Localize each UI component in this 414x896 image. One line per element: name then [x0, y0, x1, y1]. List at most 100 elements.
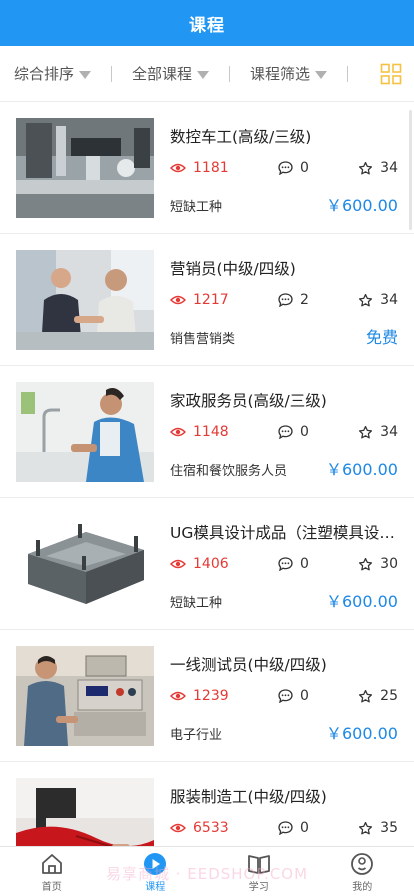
home-icon	[41, 854, 62, 874]
favorite-count[interactable]: 34	[358, 160, 398, 176]
view-count-value: 1406	[193, 556, 229, 572]
comment-count-value: 2	[300, 292, 309, 308]
eye-icon	[170, 823, 186, 833]
handshake-image	[16, 250, 154, 350]
course-card[interactable]: 一线测试员(中级/四级) 1239 0 25 电子行业 ￥600.00	[0, 630, 414, 762]
course-thumbnail	[16, 250, 154, 350]
comment-icon	[278, 293, 293, 307]
course-thumbnail	[16, 778, 154, 846]
view-count: 1239	[170, 688, 229, 704]
course-card[interactable]: 家政服务员(高级/三级) 1148 0 34 住宿和餐饮服务人员 ￥600.00	[0, 366, 414, 498]
course-category: 销售营销类	[170, 332, 236, 347]
course-title[interactable]: 服装制造工(中级/四级)	[170, 785, 398, 807]
course-title[interactable]: 家政服务员(高级/三级)	[170, 389, 398, 411]
course-thumbnail	[16, 646, 154, 746]
star-icon	[359, 689, 373, 702]
course-card[interactable]: 数控车工(高级/三级) 1181 0 34 短缺工种 ￥600.00	[0, 102, 414, 234]
course-category: 短缺工种	[170, 200, 223, 215]
bottom-nav: 首页 课程 学习 我的	[0, 846, 414, 896]
course-price: ￥600.00	[326, 724, 398, 743]
eye-icon	[170, 427, 186, 437]
grid-view-button[interactable]	[368, 63, 414, 85]
favorite-count[interactable]: 25	[358, 688, 398, 704]
star-icon	[359, 293, 373, 306]
sewing-machine-image	[16, 778, 154, 846]
nav-study[interactable]: 学习	[207, 847, 311, 896]
favorite-count-value: 25	[380, 688, 398, 704]
top-bar: 课程	[0, 0, 414, 46]
nav-mine[interactable]: 我的	[311, 847, 414, 896]
course-card[interactable]: 服装制造工(中级/四级) 6533 0 35	[0, 762, 414, 846]
nav-course[interactable]: 课程	[104, 847, 208, 896]
comment-count: 0	[278, 424, 309, 440]
course-filter-label: 课程筛选	[250, 65, 311, 83]
comment-count: 2	[278, 292, 309, 308]
comment-icon	[278, 161, 293, 175]
course-title[interactable]: 营销员(中级/四级)	[170, 257, 398, 279]
comment-icon	[278, 557, 293, 571]
course-price: 免费	[365, 328, 398, 347]
course-price: ￥600.00	[326, 592, 398, 611]
sort-filter[interactable]: 综合排序	[14, 63, 92, 84]
star-icon	[359, 425, 373, 438]
filter-bar: 综合排序 全部课程 课程筛选	[0, 46, 414, 102]
view-count-value: 1217	[193, 292, 229, 308]
grid-view-icon	[380, 63, 402, 84]
comment-count-value: 0	[300, 688, 309, 704]
comment-count: 0	[278, 556, 309, 572]
favorite-count-value: 34	[380, 292, 398, 308]
comment-count: 0	[278, 820, 309, 836]
category-filter[interactable]: 全部课程	[132, 63, 210, 84]
favorite-count[interactable]: 34	[358, 424, 398, 440]
comment-icon	[278, 425, 293, 439]
course-card[interactable]: 营销员(中级/四级) 1217 2 34 销售营销类 免费	[0, 234, 414, 366]
course-title[interactable]: UG模具设计成品（注塑模具设…	[170, 521, 398, 543]
eye-icon	[170, 559, 186, 569]
view-count: 1181	[170, 160, 229, 176]
nav-course-label: 课程	[145, 882, 166, 893]
divider	[111, 65, 113, 82]
course-thumbnail	[16, 382, 154, 482]
view-count: 6533	[170, 820, 229, 836]
course-thumbnail	[16, 514, 154, 614]
course-category: 短缺工种	[170, 596, 223, 611]
star-icon	[359, 161, 373, 174]
housekeeping-image	[16, 382, 154, 482]
course-price: ￥600.00	[326, 460, 398, 479]
course-title[interactable]: 一线测试员(中级/四级)	[170, 653, 398, 675]
view-count-value: 1181	[193, 160, 229, 176]
comment-count: 0	[278, 688, 309, 704]
nav-study-label: 学习	[248, 882, 269, 893]
caret-down-icon	[315, 70, 328, 79]
divider	[229, 65, 231, 82]
eye-icon	[170, 295, 186, 305]
injection-mold-image	[16, 514, 154, 614]
favorite-count[interactable]: 34	[358, 292, 398, 308]
electronics-tester-image	[16, 646, 154, 746]
course-filter[interactable]: 课程筛选	[250, 63, 328, 84]
view-count-value: 1239	[193, 688, 229, 704]
comment-count: 0	[278, 160, 309, 176]
comment-icon	[278, 689, 293, 703]
comment-count-value: 0	[300, 160, 309, 176]
comment-icon	[278, 821, 293, 835]
course-list[interactable]: 数控车工(高级/三级) 1181 0 34 短缺工种 ￥600.00 营销员(中…	[0, 102, 414, 846]
course-category: 住宿和餐饮服务人员	[170, 464, 288, 479]
course-category: 电子行业	[170, 728, 223, 743]
view-count-value: 1148	[193, 424, 229, 440]
eye-icon	[170, 163, 186, 173]
star-icon	[359, 557, 373, 570]
course-title[interactable]: 数控车工(高级/三级)	[170, 125, 398, 147]
course-card[interactable]: UG模具设计成品（注塑模具设… 1406 0 30 短缺工种 ￥600.00	[0, 498, 414, 630]
page-title: 课程	[189, 15, 225, 36]
view-count: 1406	[170, 556, 229, 572]
favorite-count[interactable]: 30	[358, 556, 398, 572]
view-count: 1148	[170, 424, 229, 440]
favorite-count-value: 30	[380, 556, 398, 572]
caret-down-icon	[79, 70, 92, 79]
view-count-value: 6533	[193, 820, 229, 836]
favorite-count[interactable]: 35	[358, 820, 398, 836]
nav-home[interactable]: 首页	[0, 847, 104, 896]
course-thumbnail	[16, 118, 154, 218]
scrollbar[interactable]	[409, 110, 412, 230]
